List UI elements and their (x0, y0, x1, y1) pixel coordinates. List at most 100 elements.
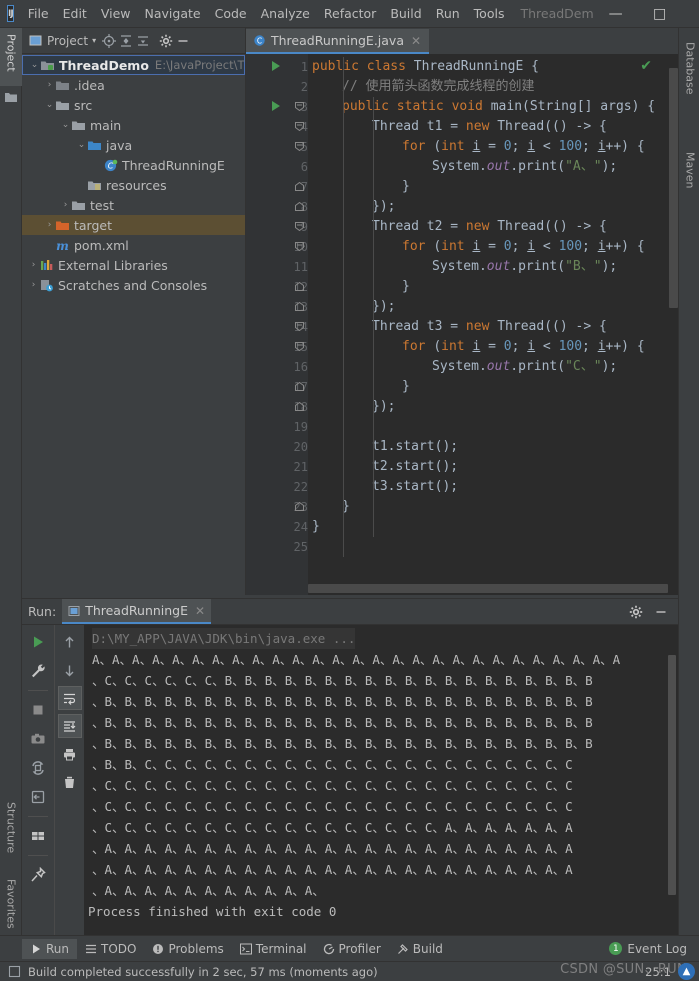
sidebar-item-structure[interactable]: Structure (0, 796, 22, 866)
tree-item-pom-xml[interactable]: m pom.xml (22, 235, 245, 255)
sidebar-item-maven[interactable]: Maven (679, 146, 699, 208)
code-line[interactable]: for (int i = 0; i < 100; i++) { (308, 237, 678, 257)
fold-end-icon[interactable] (294, 181, 305, 192)
hide-panel-icon[interactable] (653, 604, 668, 619)
tool-window-button-profiler[interactable]: Profiler (315, 939, 389, 959)
chevron-right-icon[interactable]: › (60, 200, 71, 210)
sidebar-item-database[interactable]: Database (679, 36, 699, 114)
gutter-line[interactable]: 17 (246, 377, 308, 397)
gutter-line[interactable]: 24 (246, 517, 308, 537)
run-gutter-icon[interactable] (272, 61, 280, 71)
tree-item-resources[interactable]: resources (22, 175, 245, 195)
gear-icon[interactable] (158, 33, 173, 48)
code-line[interactable]: }); (308, 297, 678, 317)
gutter-line[interactable]: 1 (246, 57, 308, 77)
code-line[interactable]: t3.start(); (308, 477, 678, 497)
wrench-icon[interactable] (26, 659, 50, 683)
close-icon[interactable]: ✕ (195, 604, 205, 618)
gutter-line[interactable]: 14 (246, 317, 308, 337)
gutter-line[interactable]: 18 (246, 397, 308, 417)
tool-window-button-problems[interactable]: Problems (144, 939, 231, 959)
menu-item-code[interactable]: Code (208, 2, 254, 25)
code-line[interactable]: } (308, 497, 678, 517)
code-line[interactable]: public static void main(String[] args) { (308, 97, 678, 117)
tool-window-button-run[interactable]: Run (22, 938, 78, 959)
close-button[interactable]: ✕ (682, 0, 699, 27)
console-vertical-scrollbar[interactable] (668, 655, 676, 895)
fold-collapse-icon[interactable] (294, 121, 305, 132)
down-arrow-icon[interactable] (58, 658, 82, 682)
menu-item-run[interactable]: Run (429, 2, 467, 25)
fold-end-icon[interactable] (294, 381, 305, 392)
hide-panel-icon[interactable] (175, 33, 190, 48)
gutter-line[interactable]: 4 (246, 117, 308, 137)
close-icon[interactable]: ✕ (411, 34, 421, 48)
menu-item-build[interactable]: Build (383, 2, 428, 25)
menu-item-analyze[interactable]: Analyze (254, 2, 317, 25)
editor-code-lines[interactable]: public class ThreadRunningE {// 使用箭头函数完成… (308, 54, 678, 595)
code-line[interactable]: // 使用箭头函数完成线程的创建 (308, 77, 678, 97)
tree-item-src[interactable]: ⌄ src (22, 95, 245, 115)
menu-item-view[interactable]: View (94, 2, 138, 25)
rerun-icon[interactable] (26, 630, 50, 654)
gutter-line[interactable]: 8 (246, 197, 308, 217)
code-line[interactable]: } (308, 517, 678, 537)
code-line[interactable]: Thread t1 = new Thread(() -> { (308, 117, 678, 137)
tree-item-target[interactable]: › target (22, 215, 245, 235)
caret-position[interactable]: 25:1 (645, 965, 671, 979)
gutter-line[interactable]: 21 (246, 457, 308, 477)
editor-gutter[interactable]: 1 2 3 4 5 6 7 8 9 10 11 12 13 14 15 16 17 18 19 20 21 22 23 24 2… (246, 54, 308, 595)
layout-icon[interactable] (26, 824, 50, 848)
gutter-line[interactable]: 16 (246, 357, 308, 377)
tool-window-button-terminal[interactable]: Terminal (232, 939, 315, 959)
gutter-line[interactable]: 20 (246, 437, 308, 457)
pin-icon[interactable] (26, 863, 50, 887)
tree-item-test[interactable]: › test (22, 195, 245, 215)
gutter-line[interactable]: 19 (246, 417, 308, 437)
run-tab-threadrunninge[interactable]: ThreadRunningE ✕ (62, 599, 212, 624)
chevron-right-icon[interactable]: › (28, 280, 39, 290)
fold-collapse-icon[interactable] (294, 321, 305, 332)
tree-item-threadrunninge[interactable]: C ThreadRunningE (22, 155, 245, 175)
fold-end-icon[interactable] (294, 401, 305, 412)
code-line[interactable] (308, 417, 678, 437)
menu-item-edit[interactable]: Edit (56, 2, 94, 25)
tree-item-scratches-and-consoles[interactable]: › Scratches and Consoles (22, 275, 245, 295)
menu-item-file[interactable]: File (21, 2, 56, 25)
code-line[interactable] (308, 537, 678, 557)
gutter-line[interactable]: 10 (246, 237, 308, 257)
gutter-line[interactable]: 15 (246, 337, 308, 357)
export-icon[interactable] (26, 785, 50, 809)
expand-icon[interactable] (135, 33, 150, 48)
fold-collapse-icon[interactable] (294, 141, 305, 152)
code-line[interactable]: } (308, 377, 678, 397)
gutter-line[interactable]: 5 (246, 137, 308, 157)
gutter-line[interactable]: 12 (246, 277, 308, 297)
tool-window-button-build[interactable]: Build (389, 939, 451, 959)
console-output[interactable]: D:\MY_APP\JAVA\JDK\bin\java.exe ... A、A、A… (84, 625, 678, 935)
editor-tab-threadrunninge[interactable]: C ThreadRunningE.java ✕ (246, 29, 430, 54)
editor-vertical-scrollbar[interactable] (669, 68, 678, 308)
tree-item-main[interactable]: ⌄ main (22, 115, 245, 135)
soft-wrap-icon[interactable] (57, 686, 82, 710)
fold-end-icon[interactable] (294, 501, 305, 512)
gutter-line[interactable]: 22 (246, 477, 308, 497)
sidebar-item-project[interactable]: Project (0, 28, 22, 86)
project-tree[interactable]: ⌄ ThreadDemo E:\JavaProject\T › .idea ⌄ src ⌄ ma… (22, 54, 245, 595)
chevron-down-icon[interactable]: ⌄ (60, 120, 71, 130)
tool-window-button-todo[interactable]: TODO (77, 939, 144, 959)
menu-item-refactor[interactable]: Refactor (317, 2, 383, 25)
maximize-button[interactable]: □ (638, 0, 682, 27)
run-gutter-icon[interactable] (272, 101, 280, 111)
fold-end-icon[interactable] (294, 201, 305, 212)
code-line[interactable]: System.out.print("C、"); (308, 357, 678, 377)
menu-item-tools[interactable]: Tools (467, 2, 512, 25)
trash-icon[interactable] (58, 770, 82, 794)
code-line[interactable]: for (int i = 0; i < 100; i++) { (308, 137, 678, 157)
code-line[interactable]: for (int i = 0; i < 100; i++) { (308, 337, 678, 357)
code-line[interactable]: Thread t2 = new Thread(() -> { (308, 217, 678, 237)
code-editor[interactable]: 1 2 3 4 5 6 7 8 9 10 11 12 13 14 15 16 17 18 19 20 21 22 23 24 2… (246, 54, 678, 595)
gutter-line[interactable]: 2 (246, 77, 308, 97)
chevron-down-icon[interactable]: ⌄ (76, 140, 87, 150)
gutter-line[interactable]: 3 (246, 97, 308, 117)
